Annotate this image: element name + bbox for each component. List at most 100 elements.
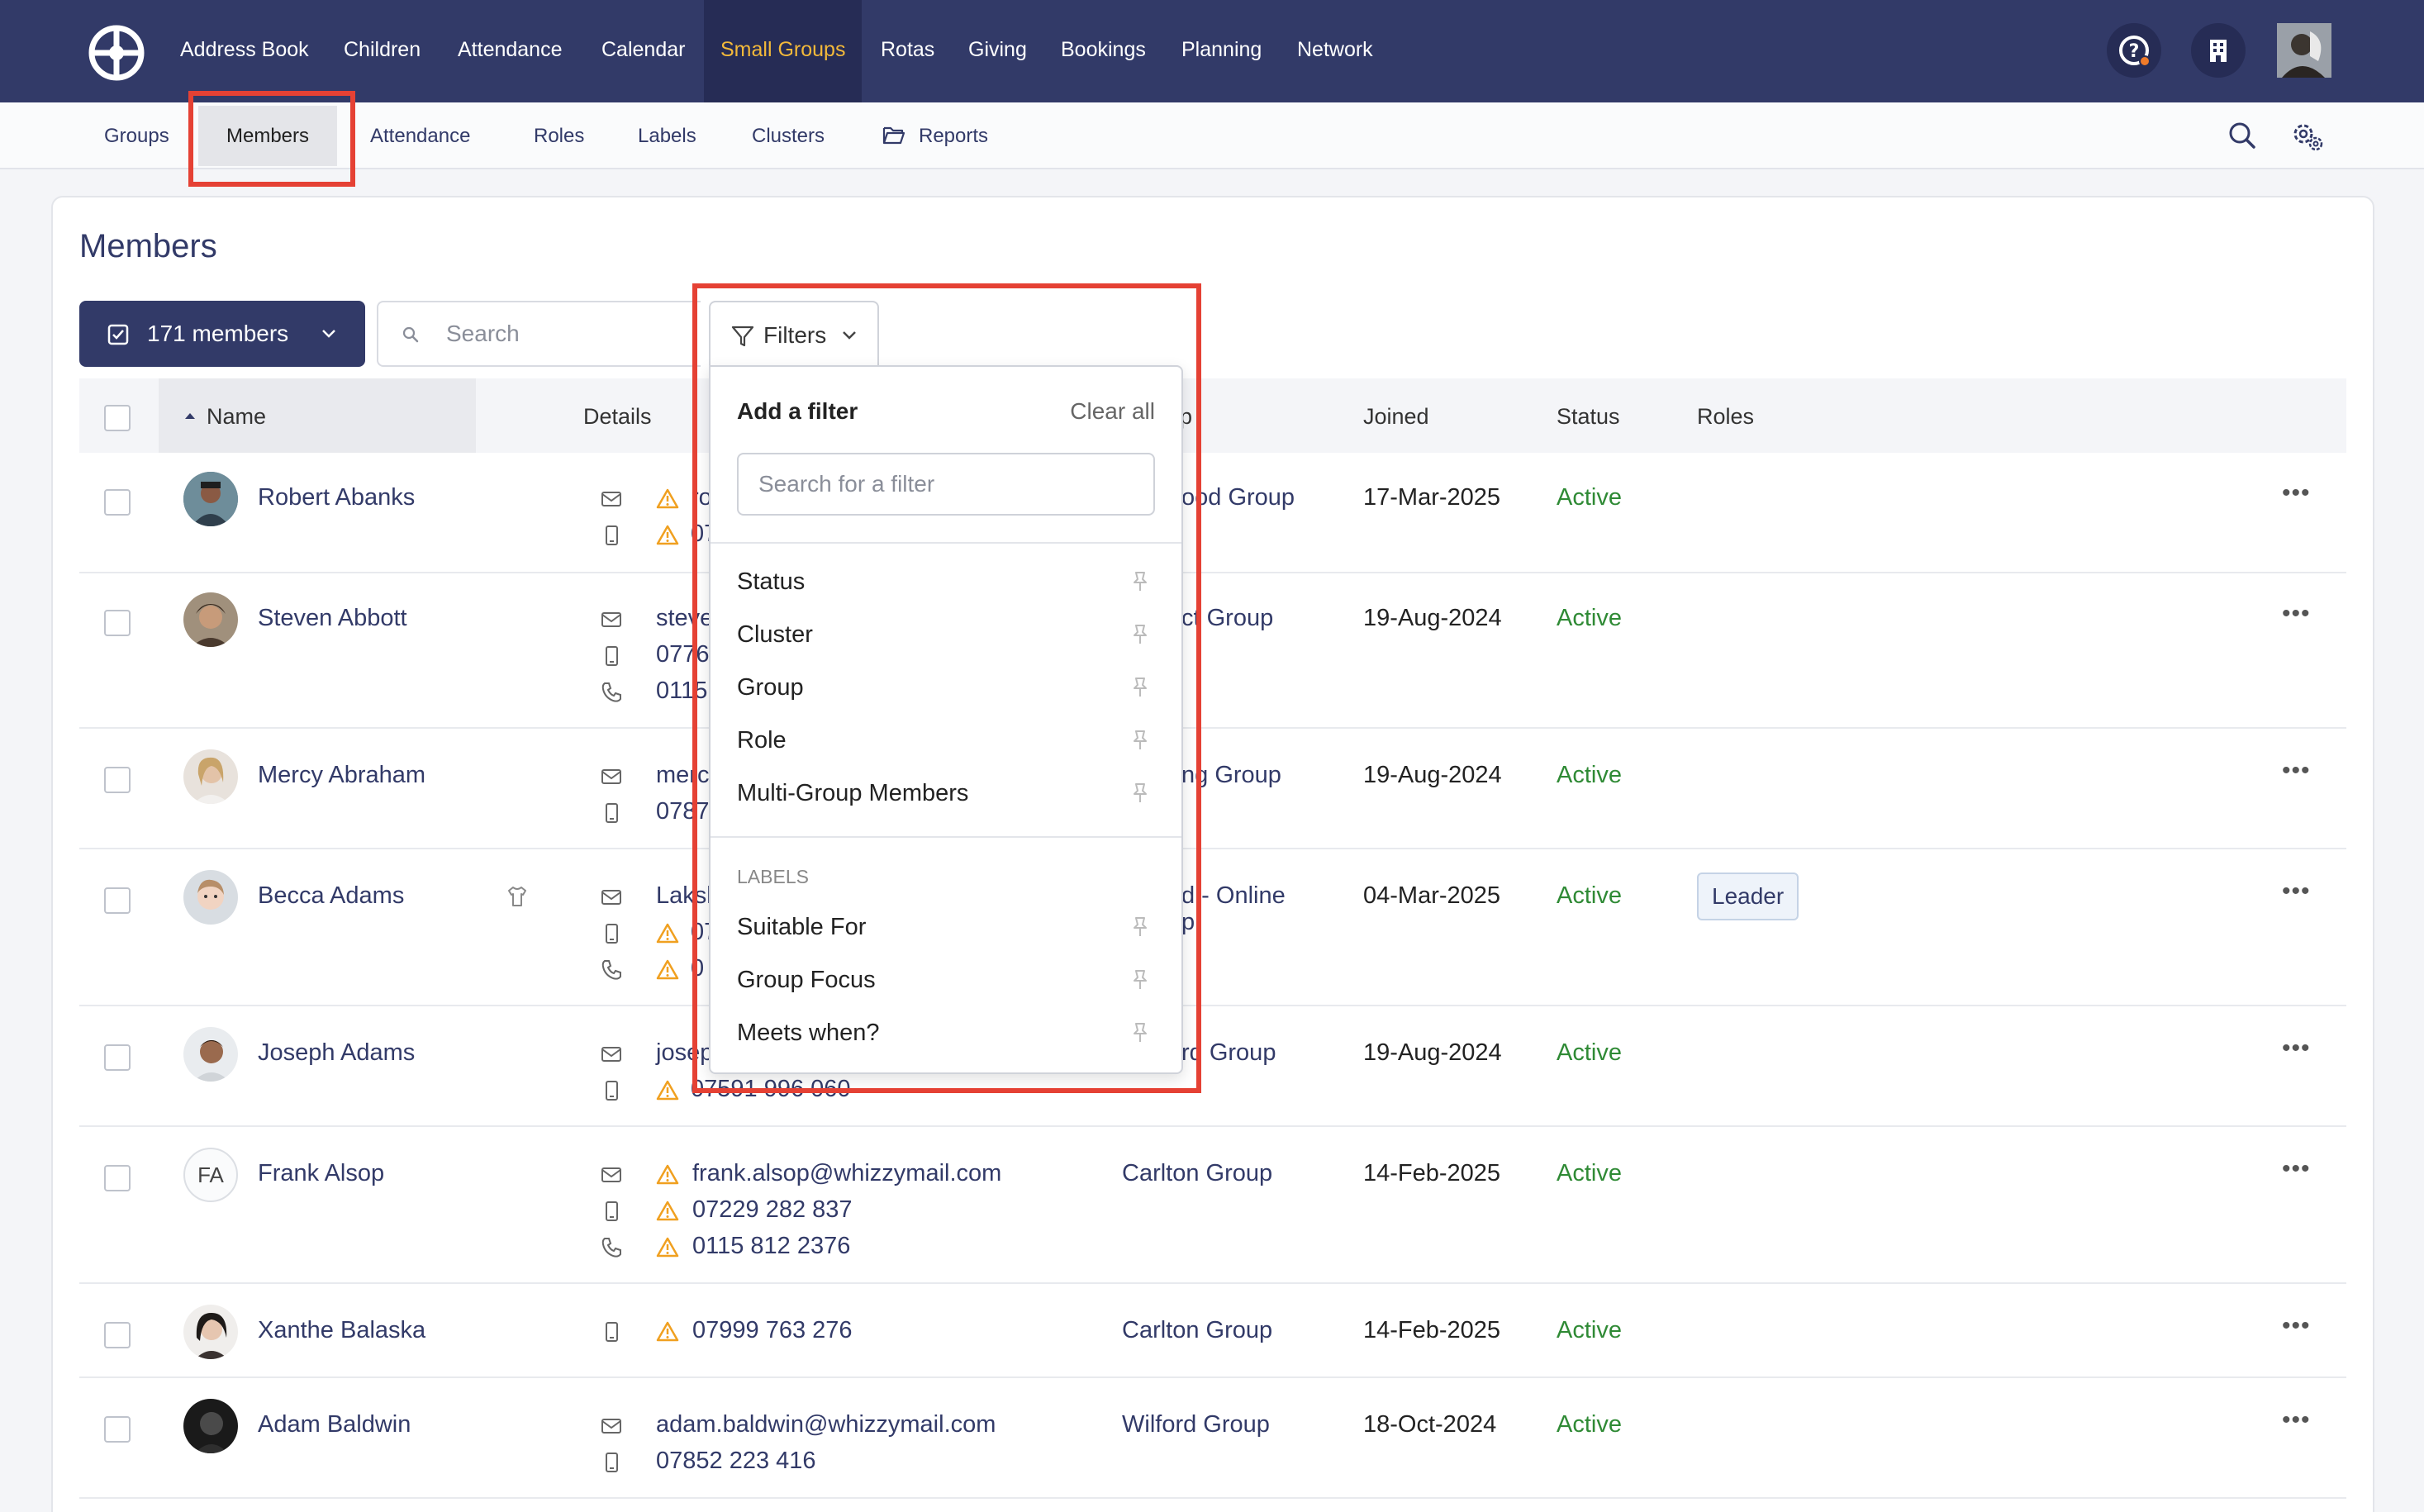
row-checkbox[interactable] bbox=[104, 610, 131, 636]
row-more-options-button[interactable]: ••• bbox=[2282, 757, 2311, 785]
member-email[interactable]: josep bbox=[656, 1039, 713, 1067]
nav-calendar[interactable]: Calendar bbox=[601, 0, 685, 102]
tab-clusters[interactable]: Clusters bbox=[752, 102, 825, 169]
row-more-options-button[interactable]: ••• bbox=[2282, 877, 2311, 906]
member-group-link[interactable]: rd Group bbox=[1181, 1039, 1276, 1067]
filter-option-cluster[interactable]: Cluster bbox=[737, 621, 813, 649]
nav-address-book[interactable]: Address Book bbox=[180, 0, 309, 102]
member-mobile[interactable]: 07591 996 060 bbox=[691, 1076, 851, 1103]
filter-search-input[interactable] bbox=[737, 453, 1155, 516]
member-phone[interactable]: 0115 812 2376 bbox=[692, 1233, 850, 1260]
member-mobile[interactable]: 07999 763 276 bbox=[692, 1317, 853, 1344]
pin-icon[interactable] bbox=[1129, 729, 1152, 752]
row-checkbox[interactable] bbox=[104, 1416, 131, 1443]
member-name-link[interactable]: Mercy Abraham bbox=[258, 762, 425, 789]
tab-groups[interactable]: Groups bbox=[104, 102, 169, 169]
member-name-link[interactable]: Robert Abanks bbox=[258, 484, 415, 511]
member-mobile[interactable]: 07852 223 416 bbox=[656, 1448, 816, 1475]
members-count-button[interactable]: 171 members bbox=[79, 301, 365, 367]
row-checkbox[interactable] bbox=[104, 489, 131, 516]
member-phone[interactable]: 0 bbox=[691, 955, 704, 982]
filters-button[interactable]: Filters bbox=[709, 301, 879, 367]
pin-icon[interactable] bbox=[1129, 968, 1152, 991]
pin-icon[interactable] bbox=[1129, 782, 1152, 805]
row-more-options-button[interactable]: ••• bbox=[2282, 1312, 2311, 1340]
member-group-link-line2[interactable]: p bbox=[1181, 909, 1195, 936]
search-box[interactable] bbox=[377, 301, 701, 367]
column-header-name[interactable]: Name bbox=[207, 378, 266, 453]
member-name-link[interactable]: Steven Abbott bbox=[258, 605, 407, 632]
column-header-roles[interactable]: Roles bbox=[1697, 378, 1754, 453]
user-avatar[interactable] bbox=[2277, 23, 2331, 78]
row-checkbox[interactable] bbox=[104, 887, 131, 914]
nav-planning[interactable]: Planning bbox=[1181, 0, 1262, 102]
building-button[interactable] bbox=[2191, 23, 2246, 78]
member-name-link[interactable]: Adam Baldwin bbox=[258, 1411, 411, 1438]
row-checkbox[interactable] bbox=[104, 767, 131, 793]
church-logo-icon[interactable] bbox=[88, 24, 145, 82]
filter-option-multi-group-members[interactable]: Multi-Group Members bbox=[737, 780, 968, 807]
tab-attendance[interactable]: Attendance bbox=[370, 102, 470, 169]
help-button[interactable]: ? bbox=[2107, 23, 2161, 78]
member-group-link[interactable]: ct Group bbox=[1181, 605, 1273, 632]
nav-giving[interactable]: Giving bbox=[968, 0, 1027, 102]
filter-option-group[interactable]: Group bbox=[737, 674, 804, 701]
tab-roles[interactable]: Roles bbox=[534, 102, 584, 169]
clear-all-link[interactable]: Clear all bbox=[1070, 398, 1155, 425]
filter-option-meets-when[interactable]: Meets when? bbox=[737, 1020, 880, 1047]
nav-network[interactable]: Network bbox=[1297, 0, 1373, 102]
pin-icon[interactable] bbox=[1129, 676, 1152, 699]
row-more-options-button[interactable]: ••• bbox=[2282, 600, 2311, 628]
filter-option-role[interactable]: Role bbox=[737, 727, 787, 754]
member-mobile[interactable]: 07229 282 837 bbox=[692, 1196, 853, 1224]
nav-small-groups[interactable]: Small Groups bbox=[704, 0, 863, 102]
member-group-link[interactable]: Wilford Group bbox=[1122, 1411, 1270, 1438]
member-mobile[interactable]: 0776 bbox=[656, 641, 710, 668]
member-name-link[interactable]: Becca Adams bbox=[258, 882, 404, 910]
tab-members[interactable]: Members bbox=[198, 106, 338, 166]
row-more-options-button[interactable]: ••• bbox=[2282, 479, 2311, 507]
member-name-link[interactable]: Frank Alsop bbox=[258, 1160, 384, 1187]
nav-rotas[interactable]: Rotas bbox=[881, 0, 934, 102]
settings-gear-icon[interactable] bbox=[2289, 117, 2327, 155]
select-all-checkbox[interactable] bbox=[104, 405, 131, 431]
row-more-options-button[interactable]: ••• bbox=[2282, 1155, 2311, 1183]
member-group-link[interactable]: Carlton Group bbox=[1122, 1317, 1272, 1344]
pin-icon[interactable] bbox=[1129, 915, 1152, 939]
column-header-details[interactable]: Details bbox=[583, 378, 652, 453]
row-checkbox[interactable] bbox=[104, 1044, 131, 1071]
filter-option-group-focus[interactable]: Group Focus bbox=[737, 967, 876, 994]
row-checkbox[interactable] bbox=[104, 1322, 131, 1348]
member-email[interactable]: adam.baldwin@whizzymail.com bbox=[656, 1411, 996, 1438]
filter-option-status[interactable]: Status bbox=[737, 568, 805, 596]
row-more-options-button[interactable]: ••• bbox=[2282, 1034, 2311, 1063]
row-checkbox[interactable] bbox=[104, 1165, 131, 1191]
pin-icon[interactable] bbox=[1129, 623, 1152, 646]
column-header-joined[interactable]: Joined bbox=[1363, 378, 1429, 453]
member-group-link[interactable]: d - Online bbox=[1181, 882, 1286, 910]
member-group-link[interactable]: ng Group bbox=[1181, 762, 1281, 789]
member-email[interactable]: merc bbox=[656, 762, 709, 789]
tab-labels[interactable]: Labels bbox=[638, 102, 696, 169]
search-icon[interactable] bbox=[2226, 119, 2259, 152]
pin-icon[interactable] bbox=[1129, 570, 1152, 593]
member-email[interactable]: steve bbox=[656, 605, 713, 632]
filter-option-suitable-for[interactable]: Suitable For bbox=[737, 914, 866, 941]
row-more-options-button[interactable]: ••• bbox=[2282, 1406, 2311, 1434]
member-group-link[interactable]: ood Group bbox=[1181, 484, 1295, 511]
member-phone[interactable]: 0115 bbox=[656, 678, 707, 705]
member-name-link[interactable]: Joseph Adams bbox=[258, 1039, 415, 1067]
member-mobile[interactable]: 0787 bbox=[656, 798, 710, 825]
nav-attendance[interactable]: Attendance bbox=[458, 0, 563, 102]
column-header-status[interactable]: Status bbox=[1557, 378, 1620, 453]
member-name-link[interactable]: Xanthe Balaska bbox=[258, 1317, 425, 1344]
member-group-link[interactable]: Carlton Group bbox=[1122, 1160, 1272, 1187]
tab-reports[interactable]: Reports bbox=[919, 102, 988, 169]
nav-children[interactable]: Children bbox=[344, 0, 421, 102]
member-email[interactable]: Laksl bbox=[656, 882, 712, 910]
pin-icon[interactable] bbox=[1129, 1021, 1152, 1044]
sort-ascending-icon[interactable] bbox=[183, 411, 197, 421]
member-email[interactable]: frank.alsop@whizzymail.com bbox=[692, 1160, 1001, 1187]
search-input[interactable] bbox=[446, 317, 686, 350]
nav-bookings[interactable]: Bookings bbox=[1061, 0, 1146, 102]
